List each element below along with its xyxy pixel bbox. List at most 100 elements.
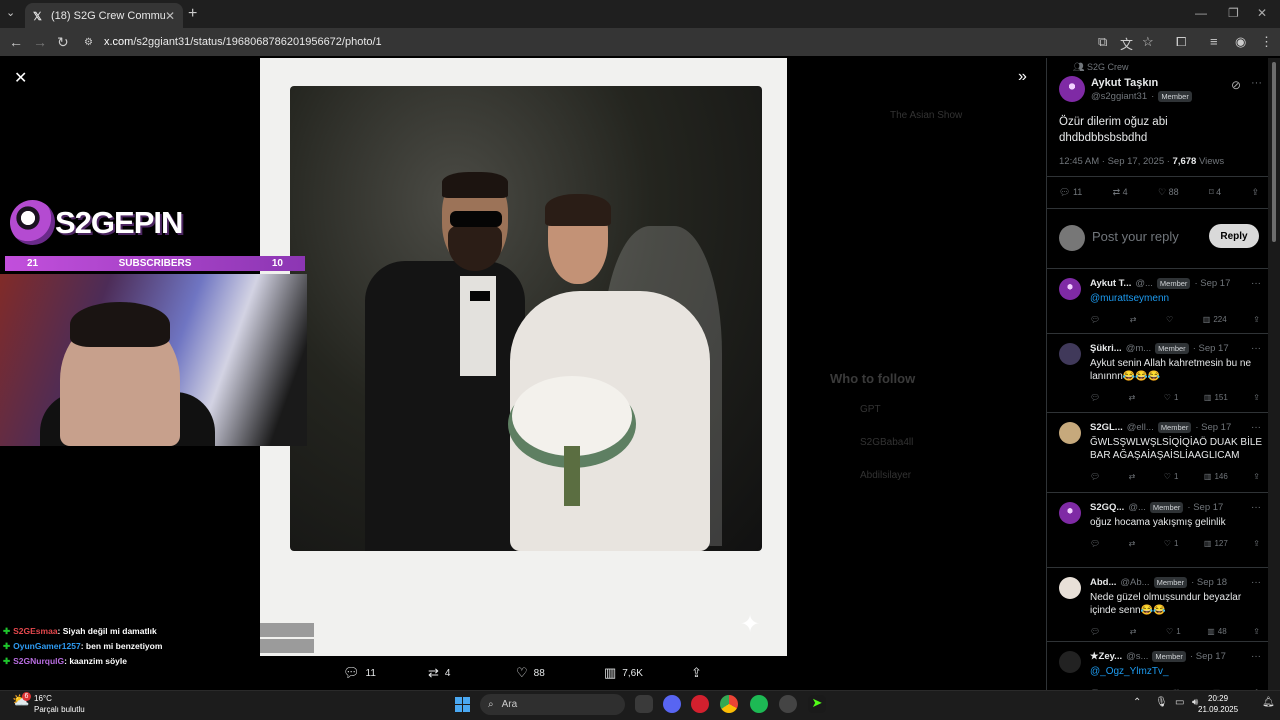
reply-avatar[interactable] — [1059, 577, 1081, 599]
reading-list-icon[interactable]: ≡ — [1210, 34, 1218, 49]
reply-author[interactable]: Şükri... — [1090, 343, 1122, 354]
forward-icon[interactable]: → — [33, 34, 47, 50]
profile-icon[interactable]: ◉ — [1235, 34, 1246, 50]
tab-active[interactable]: 𝕏 (18) S2G Crew Community / X ✕ — [25, 3, 183, 28]
repost-button[interactable]: ⇄ — [1130, 627, 1140, 636]
window-close-icon[interactable]: ✕ — [1257, 6, 1267, 20]
photo-reply-button[interactable]: 💬︎ 11 — [343, 665, 376, 681]
tray-chevron-icon[interactable]: ⌃ — [1133, 697, 1141, 708]
more-icon[interactable]: ··· — [1251, 502, 1261, 513]
reply-item[interactable]: S2GL... @ell... Member · Sep 17 ··· ĞWLS… — [1047, 412, 1268, 492]
photo-like-button[interactable]: ♡ 88 — [516, 665, 545, 681]
reply-submit-button[interactable]: Reply — [1209, 224, 1259, 248]
reply-button[interactable]: 💬︎ — [1090, 393, 1103, 402]
like-button[interactable]: ♡ 1 — [1164, 472, 1179, 481]
maximize-icon[interactable]: ❐ — [1228, 6, 1239, 20]
tab-search-icon[interactable]: ⌄ — [6, 6, 15, 19]
opera-icon[interactable] — [691, 695, 709, 713]
translate-icon[interactable]: 文 — [1120, 34, 1133, 53]
reply-button[interactable]: 💬︎ — [1090, 627, 1103, 636]
reload-icon[interactable]: ↻ — [57, 34, 69, 51]
reply-avatar[interactable] — [1059, 422, 1081, 444]
new-tab-icon[interactable]: + — [188, 5, 197, 23]
reply-author[interactable]: S2GQ... — [1090, 502, 1124, 513]
repost-button[interactable]: ⇄ — [1129, 472, 1139, 481]
reply-item[interactable]: S2GQ... @... Member · Sep 17 ··· oğuz ho… — [1047, 492, 1268, 567]
like-button[interactable]: ♡ — [1166, 315, 1176, 324]
reply-author[interactable]: ★Zey... — [1090, 651, 1122, 662]
microphone-icon[interactable]: 🎙︎ — [1155, 697, 1168, 708]
more-icon[interactable]: ··· — [1251, 278, 1261, 289]
like-button[interactable]: ♡ 1 — [1164, 539, 1179, 548]
repost-button[interactable]: ⇄ 4 — [1113, 187, 1128, 198]
collapse-panel-icon[interactable]: » — [1018, 68, 1027, 86]
share-button[interactable]: ⇪ — [1253, 315, 1260, 324]
share-button[interactable]: ⇪ — [1253, 539, 1260, 548]
minimize-icon[interactable]: — — [1195, 6, 1207, 20]
reply-button[interactable]: 💬︎ — [1090, 539, 1103, 548]
obs-icon[interactable] — [779, 695, 797, 713]
reply-date[interactable]: · Sep 17 — [1195, 422, 1231, 433]
like-button[interactable]: ♡ 88 — [1158, 187, 1179, 198]
taskbar-search[interactable]: ⌕ Ara — [480, 694, 625, 715]
taskbar-clock[interactable]: 20:29 21.09.2025 — [1198, 693, 1238, 715]
share-button[interactable]: ⇪ — [1253, 472, 1260, 481]
bookmark-star-icon[interactable]: ☆ — [1142, 34, 1154, 50]
share-button[interactable]: ⇪ — [1253, 627, 1260, 636]
spotify-icon[interactable] — [750, 695, 768, 713]
scrollbar-thumb[interactable] — [1272, 62, 1276, 242]
tab-close-icon[interactable]: ✕ — [165, 9, 175, 23]
share-button[interactable]: ⇪ — [1251, 187, 1259, 198]
more-icon[interactable]: ··· — [1251, 577, 1261, 588]
grok-icon[interactable]: ⊘ — [1231, 78, 1241, 92]
reply-button[interactable]: 💬︎ 11 — [1059, 187, 1082, 198]
reply-text[interactable]: @murattseymenn — [1090, 292, 1265, 305]
repost-button[interactable]: ⇄ — [1130, 315, 1140, 324]
post-time[interactable]: 12:45 AM · Sep 17, 2025 · — [1059, 156, 1170, 167]
reply-avatar[interactable] — [1059, 278, 1081, 300]
author-handle[interactable]: @s2ggiant31 — [1091, 91, 1147, 102]
task-view-icon[interactable] — [635, 695, 653, 713]
more-icon[interactable]: ··· — [1251, 343, 1261, 354]
repost-button[interactable]: ⇄ — [1129, 539, 1139, 548]
reply-item[interactable]: Aykut T... @... Member · Sep 17 ··· @mur… — [1047, 268, 1268, 333]
views-button[interactable]: ▥ 127 — [1204, 539, 1228, 548]
discord-icon[interactable] — [663, 695, 681, 713]
install-app-icon[interactable]: ⧉ — [1098, 34, 1107, 50]
kick-icon[interactable]: ➤ — [808, 695, 826, 713]
bookmark-button[interactable]: ⌑ 4 — [1209, 187, 1221, 198]
reply-date[interactable]: · Sep 17 — [1193, 343, 1229, 354]
author-avatar[interactable] — [1059, 76, 1085, 102]
browser-menu-icon[interactable]: ⋮ — [1260, 34, 1273, 50]
reply-avatar[interactable] — [1059, 651, 1081, 673]
photo-repost-button[interactable]: ⇄ 4 — [428, 665, 450, 681]
close-viewer-icon[interactable]: ✕ — [14, 68, 27, 88]
photo-share-button[interactable]: ⇪ — [691, 665, 702, 681]
like-button[interactable]: ♡ 1 — [1164, 393, 1179, 402]
photo-views-button[interactable]: ▥ 7,6K — [604, 665, 643, 681]
reply-author[interactable]: S2GL... — [1090, 422, 1123, 433]
author-name[interactable]: Aykut Taşkın — [1091, 77, 1158, 89]
network-icon[interactable]: ▭ — [1175, 697, 1184, 708]
views-button[interactable]: ▥ 224 — [1203, 315, 1227, 324]
share-button[interactable]: ⇪ — [1253, 393, 1260, 402]
reply-item[interactable]: ★Zey... @s... Member · Sep 17 ··· @_Ogz_… — [1047, 641, 1268, 690]
extensions-icon[interactable]: ⧠ — [1176, 34, 1186, 50]
chrome-icon[interactable] — [720, 695, 738, 713]
more-icon[interactable]: ··· — [1251, 77, 1262, 89]
back-icon[interactable]: ← — [9, 34, 23, 50]
reply-author[interactable]: Abd... — [1090, 577, 1116, 588]
repost-button[interactable]: ⇄ — [1129, 393, 1139, 402]
more-icon[interactable]: ··· — [1251, 651, 1261, 662]
site-info-icon[interactable]: ⚙ — [84, 37, 93, 48]
weather-widget[interactable]: ⛅ 6 16°C Parçalı bulutlu — [12, 692, 85, 715]
reply-text[interactable]: @_Ogz_YlmzTv_ — [1090, 665, 1265, 678]
reply-avatar[interactable] — [1059, 502, 1081, 524]
reply-item[interactable]: Şükri... @m... Member · Sep 17 ··· Aykut… — [1047, 333, 1268, 412]
reply-button[interactable]: 💬︎ — [1090, 472, 1103, 481]
reply-avatar[interactable] — [1059, 343, 1081, 365]
reply-date[interactable]: · Sep 17 — [1190, 651, 1226, 662]
reply-date[interactable]: · Sep 17 — [1194, 278, 1230, 289]
reply-date[interactable]: · Sep 18 — [1191, 577, 1227, 588]
views-button[interactable]: ▥ 146 — [1204, 472, 1228, 481]
